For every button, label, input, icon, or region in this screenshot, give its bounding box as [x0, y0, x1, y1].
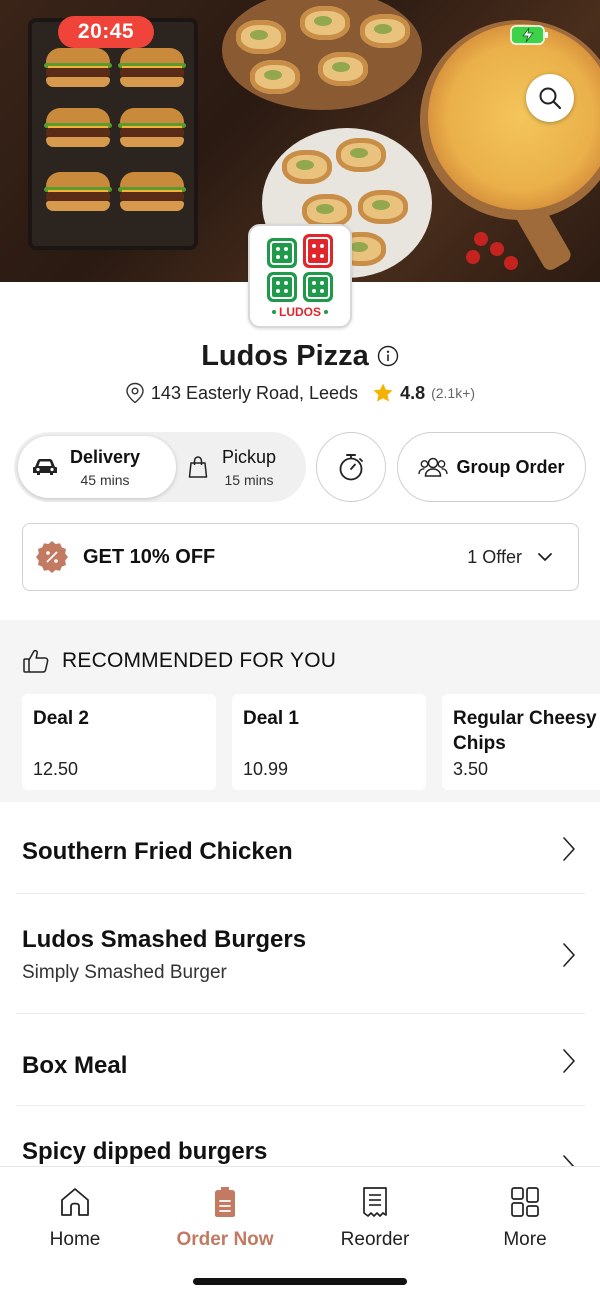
recommended-item-price: 10.99	[243, 759, 289, 779]
nav-home[interactable]: Home	[15, 1185, 135, 1251]
nav-more[interactable]: More	[465, 1185, 585, 1251]
delivery-option[interactable]: Delivery 45 mins	[18, 436, 176, 498]
group-order-label: Group Order	[456, 456, 565, 477]
delivery-label: Delivery	[70, 446, 141, 467]
thumbs-up-icon	[23, 649, 49, 673]
car-icon	[33, 459, 57, 475]
nav-reorder-label: Reorder	[340, 1229, 410, 1250]
offer-banner[interactable]: GET 10% OFF 1 Offer	[22, 523, 579, 591]
chevron-right-icon	[563, 1155, 575, 1166]
offer-count: 1 Offer	[467, 546, 522, 567]
category-row[interactable]: Ludos Smashed Burgers Simply Smashed Bur…	[16, 894, 585, 1014]
recommended-item-name: Deal 2	[33, 708, 89, 729]
category-title: Spicy dipped burgers	[22, 1138, 268, 1165]
chevron-right-icon	[563, 837, 575, 861]
burger-tray-image	[28, 18, 198, 250]
category-title: Box Meal	[22, 1052, 128, 1079]
recommended-item-price: 12.50	[33, 759, 79, 779]
recommended-card[interactable]: Deal 1 10.99	[232, 694, 426, 790]
store-title-row: Ludos Pizza	[0, 334, 600, 378]
shopping-bag-icon	[188, 456, 208, 478]
recommended-item-price: 3.50	[453, 759, 489, 779]
category-title: Southern Fried Chicken	[22, 838, 293, 865]
group-order-button[interactable]: Group Order	[397, 432, 586, 502]
grid-menu-icon	[511, 1187, 539, 1217]
recommended-header: RECOMMENDED FOR YOU	[22, 648, 336, 674]
pickup-time: 15 mins	[224, 471, 274, 488]
recommended-title: RECOMMENDED FOR YOU	[62, 649, 337, 672]
address-row: 143 Easterly Road, Leeds 4.8 (2.1k+)	[0, 378, 600, 408]
search-button[interactable]	[526, 74, 574, 122]
svg-text:LUDOS: LUDOS	[279, 305, 321, 319]
star-icon	[373, 383, 393, 402]
chevron-right-icon	[563, 943, 575, 967]
schedule-button[interactable]	[316, 432, 386, 502]
nav-more-label: More	[503, 1229, 547, 1250]
info-icon[interactable]	[377, 345, 399, 367]
store-logo: LUDOS	[248, 224, 352, 328]
category-row[interactable]: Spicy dipped burgers	[16, 1106, 585, 1166]
offer-title: GET 10% OFF	[83, 545, 216, 568]
store-rating: 4.8	[400, 382, 426, 403]
recommended-item-name: Regular Cheesy Chips	[453, 708, 597, 754]
pizza-image	[428, 24, 600, 210]
recommended-item-name: Deal 1	[243, 708, 299, 729]
pickup-option[interactable]: Pickup 15 mins	[180, 436, 302, 498]
chevron-right-icon	[563, 1049, 575, 1073]
pickup-label: Pickup	[222, 446, 277, 467]
battery-charging-icon	[510, 25, 548, 45]
nav-order-now[interactable]: Order Now	[165, 1185, 285, 1251]
order-bag-icon	[215, 1187, 235, 1217]
nav-home-label: Home	[49, 1229, 101, 1250]
category-title: Ludos Smashed Burgers	[22, 926, 307, 953]
recommended-section: RECOMMENDED FOR YOU Deal 2 12.50 Deal 1 …	[0, 620, 600, 802]
store-address: 143 Easterly Road, Leeds	[150, 382, 359, 403]
delivery-time: 45 mins	[80, 471, 130, 488]
nav-reorder[interactable]: Reorder	[315, 1185, 435, 1251]
search-icon	[539, 87, 562, 110]
stopwatch-icon	[339, 454, 363, 481]
rating-count: (2.1k+)	[431, 385, 476, 401]
home-icon	[61, 1188, 89, 1216]
recommended-card[interactable]: Deal 2 12.50	[22, 694, 216, 790]
category-row[interactable]: Box Meal	[16, 1014, 585, 1106]
chevron-down-icon	[538, 553, 552, 561]
category-row[interactable]: Southern Fried Chicken	[16, 802, 585, 894]
nav-order-now-label: Order Now	[176, 1229, 274, 1250]
group-users-icon	[418, 457, 449, 477]
store-name: Ludos Pizza	[201, 339, 369, 372]
discount-badge-icon	[36, 541, 68, 573]
receipt-icon	[363, 1187, 387, 1217]
home-indicator	[193, 1278, 407, 1285]
fulfillment-toggle: Delivery 45 mins Pickup 15 mins	[14, 432, 306, 502]
category-subtitle: Simply Smashed Burger	[22, 962, 227, 983]
status-time: 20:45	[58, 16, 154, 48]
location-pin-icon	[126, 382, 144, 404]
recommended-card[interactable]: Regular Cheesy Chips 3.50	[442, 694, 600, 790]
